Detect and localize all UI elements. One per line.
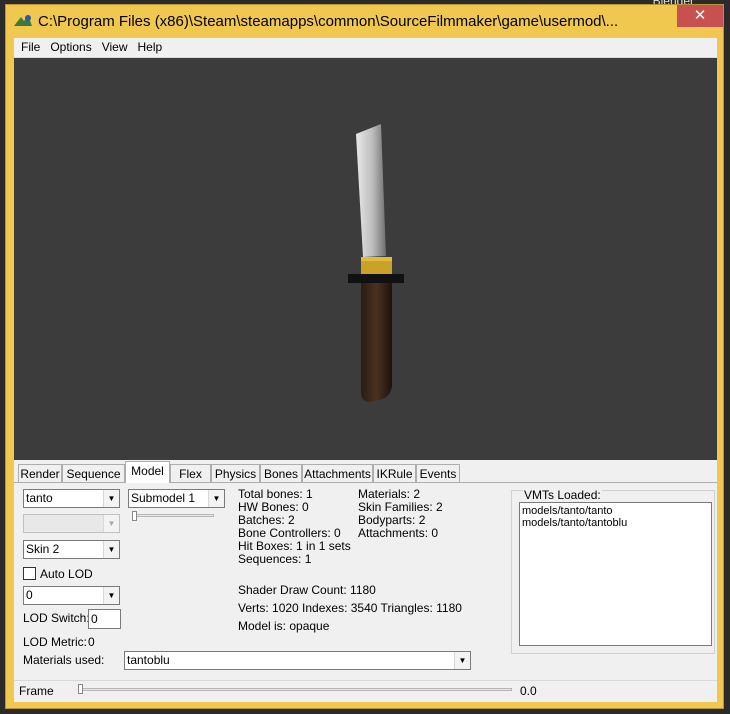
frame-value: 0.0 — [520, 684, 537, 698]
tab-sequence[interactable]: Sequence — [62, 464, 125, 483]
model-opacity-status: Model is: opaque — [238, 619, 330, 633]
lod-select-value: 0 — [26, 588, 33, 602]
stats-right: Materials: 2 Skin Families: 2 Bodyparts:… — [358, 488, 443, 540]
shader-draw-count: Shader Draw Count: 1180 — [238, 583, 376, 597]
close-icon: ✕ — [693, 7, 707, 24]
model-select-value: tanto — [26, 491, 53, 505]
chevron-down-icon: ▼ — [454, 652, 470, 669]
chevron-down-icon: ▼ — [103, 541, 119, 558]
auto-lod-checkbox[interactable] — [23, 567, 36, 580]
tab-ikrule[interactable]: IKRule — [373, 464, 416, 483]
menu-options[interactable]: Options — [45, 38, 96, 57]
list-item[interactable]: models/tanto/tantoblu — [522, 517, 709, 529]
vmts-loaded-label: VMTs Loaded: — [523, 488, 602, 502]
tanto-knife-model — [348, 124, 404, 402]
tab-attachments[interactable]: Attachments — [302, 464, 373, 483]
stat-sequences: Sequences: 1 — [238, 552, 312, 566]
skin-select[interactable]: Skin 2 ▼ — [23, 540, 120, 559]
hlmv-window: C:\Program Files (x86)\Steam\steamapps\c… — [5, 4, 724, 709]
frame-slider-track[interactable] — [78, 688, 512, 691]
tab-model[interactable]: Model — [125, 461, 170, 483]
menu-help[interactable]: Help — [133, 38, 168, 57]
steam-app-icon — [14, 15, 32, 26]
title-bar[interactable]: C:\Program Files (x86)\Steam\steamapps\c… — [6, 5, 723, 39]
vmts-list[interactable]: models/tanto/tanto models/tanto/tantoblu — [519, 502, 712, 646]
submodel-select[interactable]: Submodel 1 ▼ — [128, 489, 225, 508]
submodel-slider-thumb[interactable] — [132, 511, 137, 521]
tab-physics[interactable]: Physics — [211, 464, 260, 483]
tab-strip: Render Sequence Model Flex Physics Bones… — [14, 461, 717, 483]
tab-render[interactable]: Render — [18, 464, 62, 483]
chevron-down-icon: ▼ — [103, 587, 119, 604]
bodypart-select: ▼ — [23, 514, 120, 533]
model-tab-panel: tanto ▼ Submodel 1 ▼ ▼ Skin 2 ▼ Auto LOD… — [14, 482, 717, 680]
geometry-counts: Verts: 1020 Indexes: 3540 Triangles: 118… — [238, 601, 462, 615]
frame-bar: Frame 0.0 — [14, 680, 717, 702]
lod-switch-value: 0 — [91, 612, 98, 626]
menu-bar: File Options View Help — [14, 38, 717, 58]
lod-metric-label: LOD Metric: — [23, 635, 88, 649]
skin-select-value: Skin 2 — [26, 542, 60, 556]
list-item[interactable]: models/tanto/tanto — [522, 505, 709, 517]
window-title: C:\Program Files (x86)\Steam\steamapps\c… — [38, 13, 619, 30]
model-select[interactable]: tanto ▼ — [23, 489, 120, 508]
stats-left: Total bones: 1 HW Bones: 0 Batches: 2 Bo… — [238, 488, 351, 566]
tab-events[interactable]: Events — [416, 464, 460, 483]
tab-flex[interactable]: Flex — [170, 464, 211, 483]
stat-attachments: Attachments: 0 — [358, 526, 439, 540]
frame-label: Frame — [19, 684, 54, 698]
submodel-slider-track[interactable] — [132, 514, 214, 517]
chevron-down-icon: ▼ — [103, 515, 119, 532]
close-button[interactable]: ✕ — [677, 5, 723, 27]
chevron-down-icon: ▼ — [103, 490, 119, 507]
lod-switch-input[interactable]: 0 — [88, 609, 121, 629]
submodel-select-value: Submodel 1 — [131, 491, 196, 505]
materials-used-label: Materials used: — [23, 653, 105, 667]
lod-select[interactable]: 0 ▼ — [23, 586, 120, 605]
lod-metric-value: 0 — [88, 635, 95, 649]
client-area: File Options View Help Render Sequence M… — [14, 38, 717, 702]
materials-used-select[interactable]: tantoblu ▼ — [124, 651, 471, 670]
materials-used-value: tantoblu — [127, 653, 170, 667]
auto-lod-label: Auto LOD — [40, 567, 93, 581]
chevron-down-icon: ▼ — [208, 490, 224, 507]
lod-switch-label: LOD Switch: — [23, 611, 90, 625]
model-viewport[interactable] — [14, 58, 717, 460]
menu-view[interactable]: View — [97, 38, 133, 57]
menu-file[interactable]: File — [16, 38, 45, 57]
tab-bones[interactable]: Bones — [260, 464, 302, 483]
frame-slider-thumb[interactable] — [78, 684, 83, 694]
